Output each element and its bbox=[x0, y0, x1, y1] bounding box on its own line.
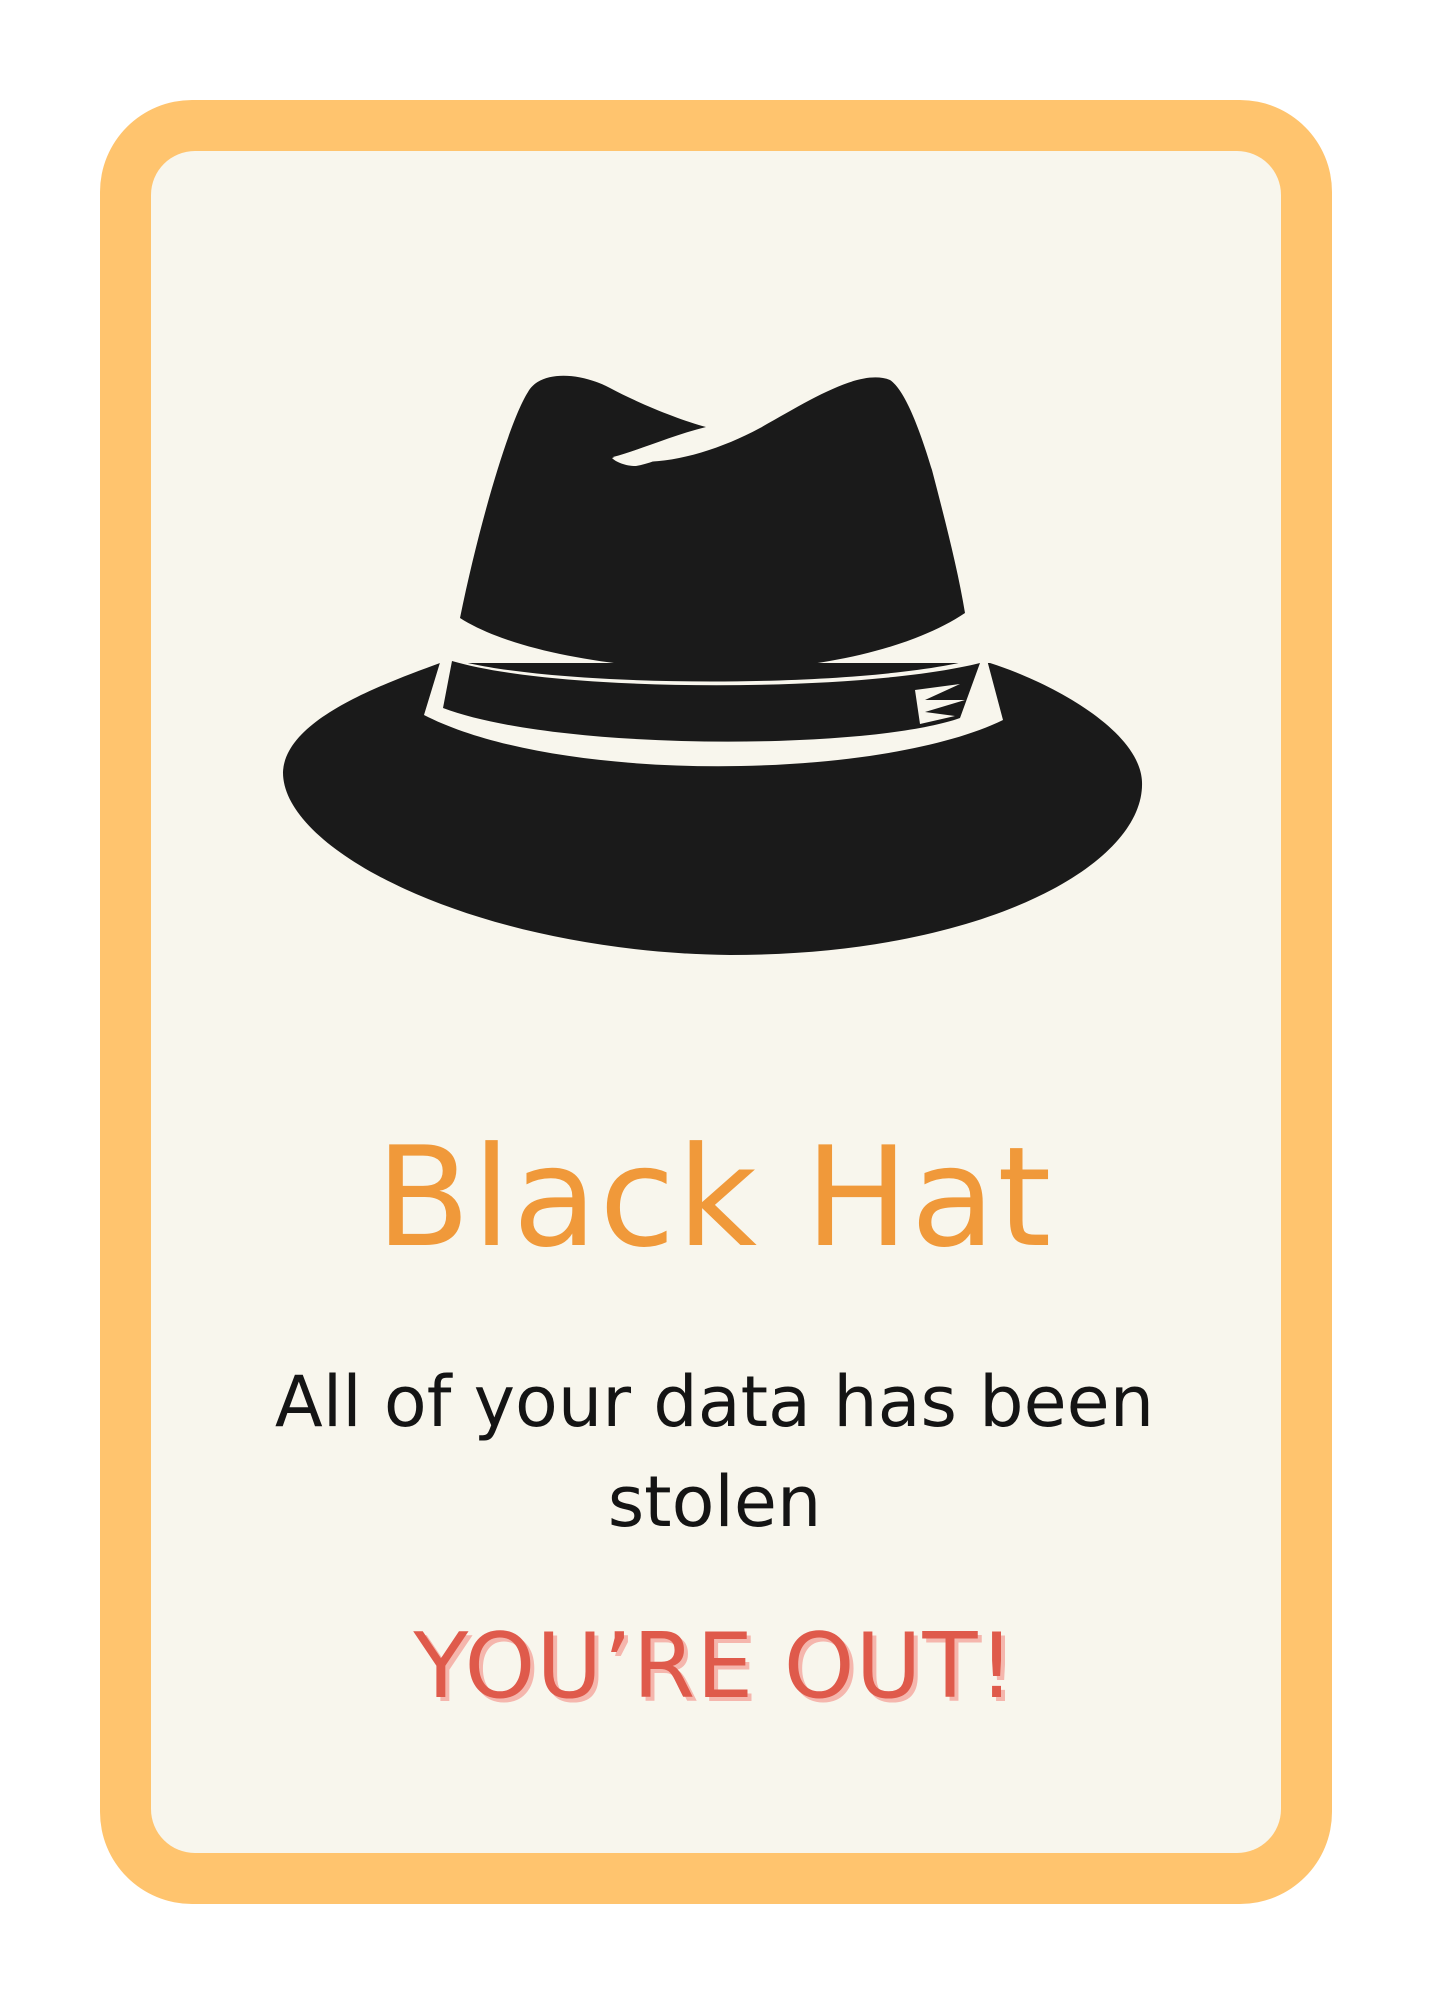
card-title: Black Hat bbox=[375, 1117, 1054, 1278]
card-message: All of your data has been stolen bbox=[274, 1361, 1155, 1543]
card-outcome: YOU’RE OUT! bbox=[413, 1614, 1016, 1719]
hat-crown bbox=[460, 375, 965, 671]
